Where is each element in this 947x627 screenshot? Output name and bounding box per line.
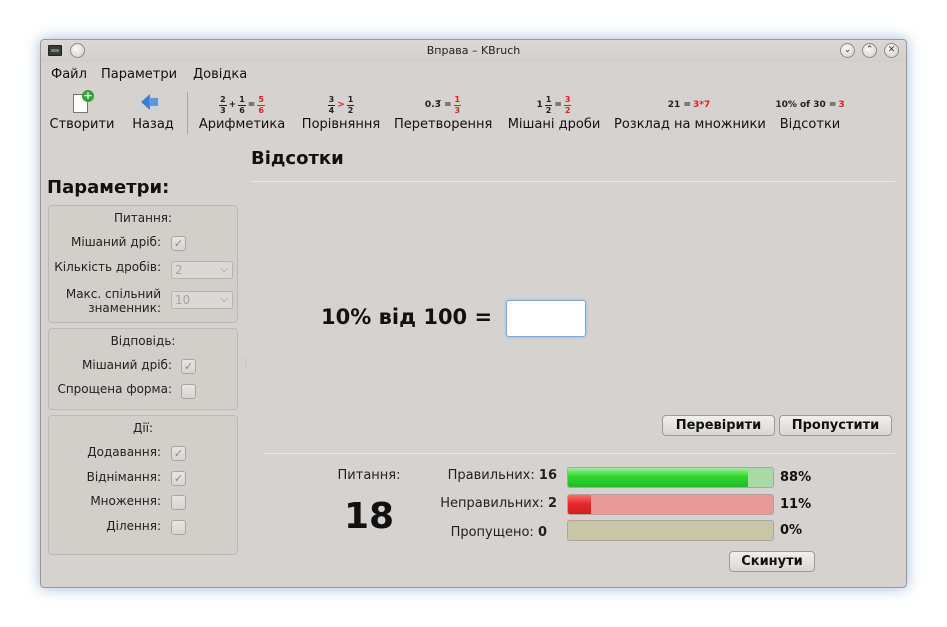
menu-bar: Файл Параметри Довідка [41,64,906,84]
window-title: Вправа – KBruch [426,44,521,57]
toolbar: + Створити Назад 23 + 16 = 56 Арифметика… [41,88,906,138]
percentage-icon: 10% of 30 = 3 [775,100,845,110]
app-window: Вправа – KBruch ⌄ ⌃ ✕ Файл Параметри Дов… [40,39,907,588]
reset-button[interactable]: Скинути [729,551,815,572]
answer-options-group: Відповідь: Мішаний дріб: ✓ Спрощена форм… [48,328,238,410]
arithmetic-button[interactable]: 23 + 16 = 56 Арифметика [197,88,287,138]
answer-mixed-checkbox[interactable]: ✓ [181,359,196,374]
multiplication-label: Множення: [90,494,161,508]
correct-progress-bar [567,467,774,488]
menu-help[interactable]: Довідка [193,67,247,82]
back-button[interactable]: Назад [129,88,177,138]
operations-group: Дії: Додавання: ✓ Віднімання: ✓ Множення… [48,415,238,555]
task-question: 10% від 100 = [321,305,493,329]
answer-mixed-label: Мішаний дріб: [82,358,172,372]
skipped-progress-bar [567,520,774,541]
chevron-down-icon: ⌵ [220,294,228,305]
skip-button[interactable]: Пропустити [779,415,892,436]
multiplication-checkbox[interactable] [171,495,186,510]
correct-percent: 88% [780,470,812,485]
subtraction-label: Віднімання: [86,470,161,484]
question-mixed-label: Мішаний дріб: [71,235,161,249]
mixed-numbers-icon: 112 = 32 [536,94,572,115]
division-label: Ділення: [106,519,161,533]
max-denominator-label: Макс. спільний знаменник: [65,287,161,315]
comparison-button[interactable]: 34 > 12 Порівняння [300,88,382,138]
factorization-button[interactable]: 21 = 3*7 Розклад на множники [614,88,766,138]
mixed-numbers-button[interactable]: 112 = 32 Мішані дроби [507,88,601,138]
skipped-percent: 0% [780,523,803,538]
subtraction-checkbox[interactable]: ✓ [171,471,186,486]
maximize-icon[interactable]: ⌃ [862,43,877,58]
correct-label: Правильних: 16 [447,468,557,483]
divider [251,181,895,182]
addition-checkbox[interactable]: ✓ [171,446,186,461]
percentage-button[interactable]: 10% of 30 = 3 Відсотки [775,88,845,138]
question-options-group: Питання: Мішаний дріб: ✓ Кількість дробі… [48,205,238,323]
new-button[interactable]: + Створити [49,88,115,138]
toolbar-separator [187,92,188,134]
menu-file[interactable]: Файл [51,67,87,82]
minimize-icon[interactable]: ⌄ [840,43,855,58]
title-bar: Вправа – KBruch ⌄ ⌃ ✕ [41,40,906,62]
section-title: Відсотки [251,148,344,169]
comparison-icon: 34 > 12 [327,94,355,115]
close-icon[interactable]: ✕ [884,43,899,58]
skipped-label: Пропущено: 0 [450,525,547,540]
fraction-count-select[interactable]: 2 ⌵ [171,261,233,279]
factorization-icon: 21 = 3*7 [667,100,711,110]
chevron-down-icon: ⌵ [220,264,228,275]
max-denominator-select[interactable]: 10 ⌵ [171,291,233,309]
questions-label: Питання: [337,468,401,483]
correct-fill [568,468,749,487]
wrong-progress-bar [567,494,774,515]
divider [263,453,895,454]
arithmetic-icon: 23 + 16 = 56 [219,94,265,115]
conversion-icon: 0.3̅ = 13 [424,94,462,115]
wrong-label: Неправильних: 2 [440,496,557,511]
wrong-percent: 11% [780,497,812,512]
splitter-handle[interactable]: ⋮ [242,358,250,367]
params-title: Параметри: [47,177,170,198]
division-checkbox[interactable] [171,520,186,535]
answer-input[interactable] [506,300,586,337]
reduced-form-checkbox[interactable] [181,384,196,399]
wrong-fill [568,495,591,514]
check-button[interactable]: Перевірити [662,415,775,436]
fraction-count-label: Кількість дробів: [54,260,161,274]
addition-label: Додавання: [87,445,161,459]
conversion-button[interactable]: 0.3̅ = 13 Перетворення [394,88,492,138]
questions-count: 18 [343,496,395,537]
reduced-form-label: Спрощена форма: [57,382,172,396]
question-mixed-checkbox[interactable]: ✓ [171,236,186,251]
plus-icon: + [82,89,94,102]
menu-settings[interactable]: Параметри [101,67,177,82]
